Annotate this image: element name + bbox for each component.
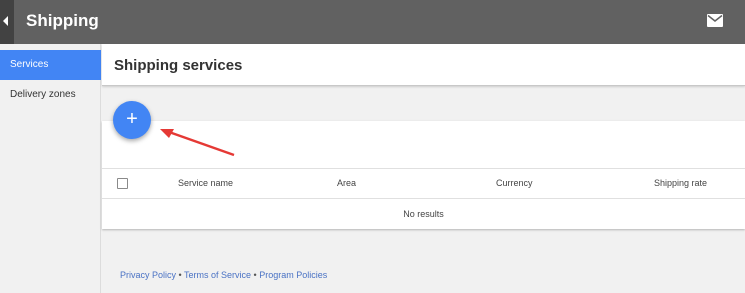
footer-separator: •	[176, 270, 185, 280]
empty-state-text: No results	[403, 209, 444, 219]
select-all-checkbox[interactable]	[117, 178, 128, 189]
footer-links: Privacy Policy • Terms of Service • Prog…	[120, 270, 327, 280]
back-button[interactable]	[0, 0, 14, 44]
main-content: Shipping services Service name Area Curr…	[102, 44, 745, 293]
top-app-bar: Shipping	[0, 0, 745, 44]
mail-icon[interactable]	[707, 14, 723, 27]
sidebar-item-services[interactable]: Services	[0, 50, 101, 80]
privacy-policy-link[interactable]: Privacy Policy	[120, 270, 176, 280]
terms-of-service-link[interactable]: Terms of Service	[184, 270, 251, 280]
column-currency[interactable]: Currency	[496, 178, 533, 188]
page-header: Shipping services	[102, 44, 745, 86]
program-policies-link[interactable]: Program Policies	[259, 270, 327, 280]
sidebar-item-delivery-zones[interactable]: Delivery zones	[0, 80, 101, 110]
add-service-button[interactable]: +	[113, 101, 151, 139]
column-area[interactable]: Area	[337, 178, 356, 188]
column-shipping-rate[interactable]: Shipping rate	[654, 178, 707, 188]
column-service-name[interactable]: Service name	[178, 178, 233, 188]
annotation-arrow-icon	[160, 129, 235, 157]
plus-icon: +	[126, 108, 138, 130]
table-header-row: Service name Area Currency Shipping rate	[102, 168, 745, 199]
page-title: Shipping services	[114, 57, 243, 74]
app-title: Shipping	[26, 11, 99, 30]
chevron-left-icon	[3, 16, 8, 26]
sidebar: Services Delivery zones	[0, 44, 101, 293]
footer-separator: •	[251, 270, 260, 280]
